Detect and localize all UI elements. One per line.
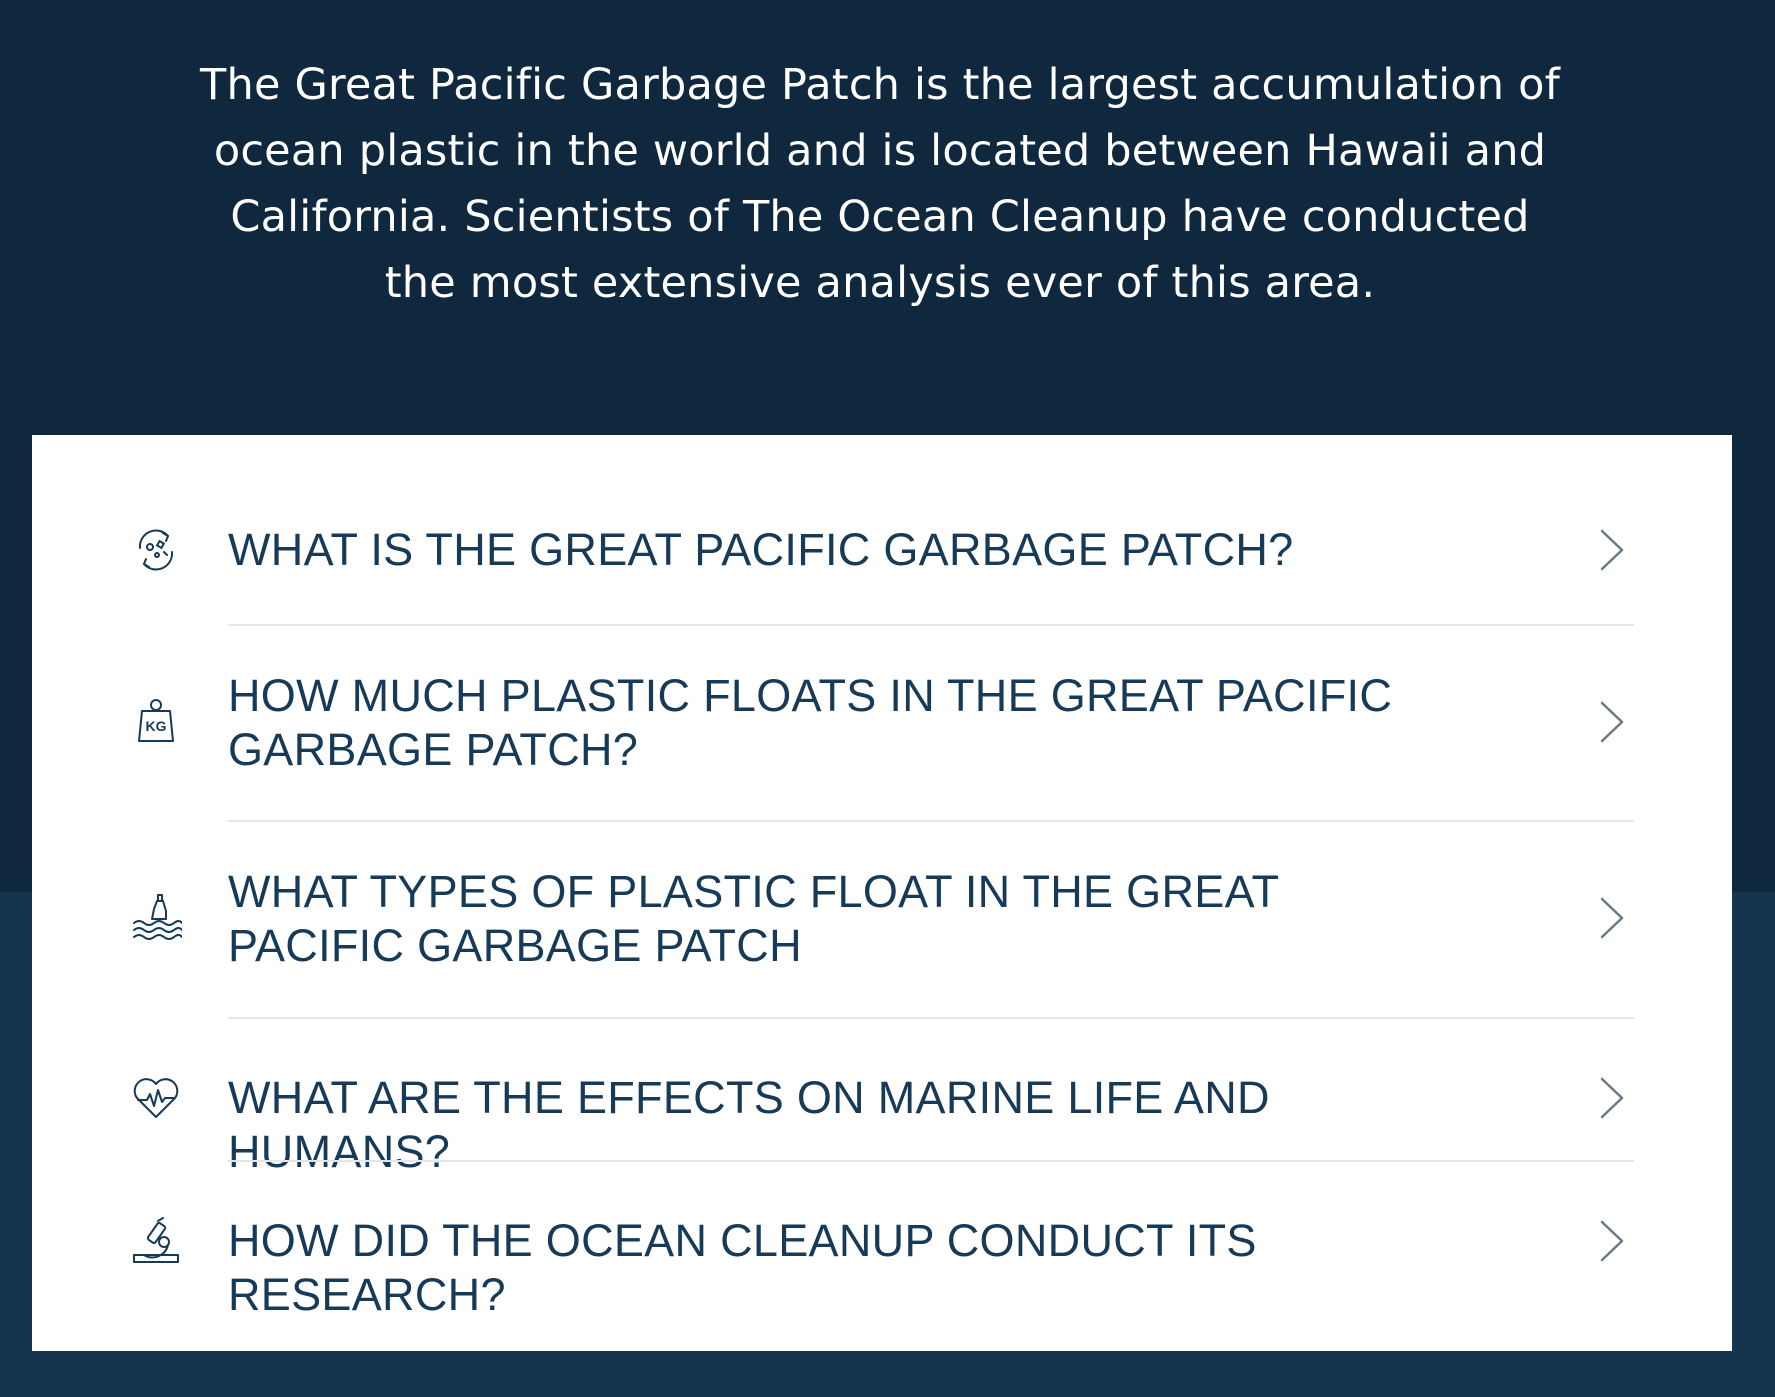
faq-item-label: WHAT ARE THE EFFECTS ON MARINE LIFE AND … xyxy=(228,1072,1270,1177)
faq-item-research-method[interactable]: HOW DID THE OCEAN CLEANUP CONDUCT ITS RE… xyxy=(32,1199,1732,1320)
chevron-right-icon xyxy=(1594,1073,1630,1123)
faq-item-label: WHAT IS THE GREAT PACIFIC GARBAGE PATCH? xyxy=(228,524,1294,575)
chevron-right-icon xyxy=(1594,1216,1630,1266)
faq-divider xyxy=(228,1160,1634,1162)
intro-text: The Great Pacific Garbage Patch is the l… xyxy=(200,60,1560,308)
faq-item-label: HOW MUCH PLASTIC FLOATS IN THE GREAT PAC… xyxy=(228,670,1393,775)
faq-divider xyxy=(228,624,1634,626)
microscope-icon xyxy=(130,1215,182,1267)
faq-card: WHAT IS THE GREAT PACIFIC GARBAGE PATCH?… xyxy=(32,435,1732,1351)
faq-item-label: HOW DID THE OCEAN CLEANUP CONDUCT ITS RE… xyxy=(228,1215,1257,1320)
faq-divider xyxy=(228,820,1634,822)
rotating-debris-icon xyxy=(130,524,182,576)
floating-bottle-icon xyxy=(130,891,182,943)
svg-text:KG: KG xyxy=(146,718,167,734)
heartbeat-icon xyxy=(130,1072,182,1124)
faq-item-effects-marine-life[interactable]: WHAT ARE THE EFFECTS ON MARINE LIFE AND … xyxy=(32,1056,1732,1177)
faq-item-label: WHAT TYPES OF PLASTIC FLOAT IN THE GREAT… xyxy=(228,866,1279,971)
chevron-right-icon xyxy=(1594,697,1630,747)
chevron-right-icon xyxy=(1594,893,1630,943)
faq-item-what-is-gpgp[interactable]: WHAT IS THE GREAT PACIFIC GARBAGE PATCH? xyxy=(32,508,1732,592)
faq-item-how-much-plastic[interactable]: KG HOW MUCH PLASTIC FLOATS IN THE GREAT … xyxy=(32,663,1732,783)
faq-divider xyxy=(228,1017,1634,1019)
kg-weight-icon: KG xyxy=(130,695,182,747)
faq-item-types-of-plastic[interactable]: WHAT TYPES OF PLASTIC FLOAT IN THE GREAT… xyxy=(32,859,1732,979)
chevron-right-icon xyxy=(1594,525,1630,575)
